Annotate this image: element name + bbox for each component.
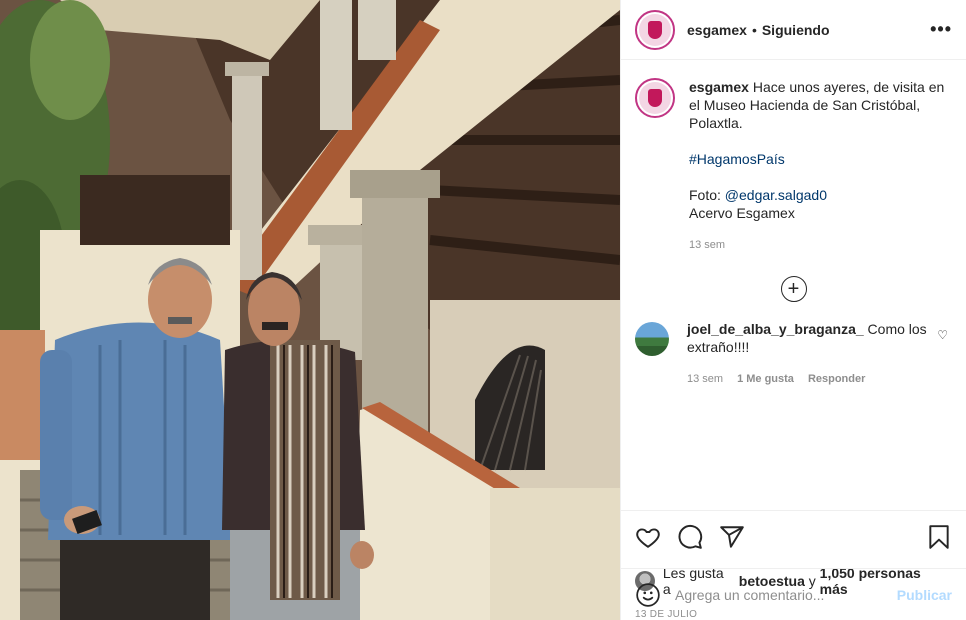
instagram-post: esgamex • Siguiendo ••• esgamex Hace uno… [0, 0, 966, 620]
logo-icon [639, 13, 671, 46]
photo-illustration [0, 0, 620, 620]
load-more-comments: + [635, 276, 952, 302]
follow-status-button[interactable]: Siguiendo [762, 22, 830, 38]
heart-icon[interactable] [635, 524, 661, 550]
commenter-avatar[interactable] [635, 322, 669, 356]
caption-avatar[interactable] [635, 78, 675, 118]
action-bar [635, 521, 952, 553]
more-options-icon[interactable]: ••• [930, 19, 952, 40]
comment-timestamp[interactable]: 13 sem [687, 370, 723, 388]
author-avatar[interactable] [635, 9, 675, 50]
photo-credit-prefix: Foto: [689, 187, 721, 203]
reply-button[interactable]: Responder [808, 370, 865, 388]
credit-text: Acervo Esgamex [689, 205, 795, 221]
separator-dot: • [751, 21, 757, 38]
caption-body: esgamex Hace unos ayeres, de visita en e… [689, 78, 951, 254]
comment-heart-icon[interactable]: ♡ [937, 328, 948, 342]
share-icon[interactable] [719, 524, 745, 550]
caption-username[interactable]: esgamex [689, 79, 749, 95]
comment-item: joel_de_alba_y_braganza_ Como los extrañ… [635, 320, 952, 388]
commenter-username[interactable]: joel_de_alba_y_braganza_ [687, 321, 864, 337]
author-username[interactable]: esgamex [687, 22, 747, 38]
comment-input[interactable] [675, 586, 897, 603]
bookmark-icon[interactable] [926, 524, 952, 550]
post-caption: esgamex Hace unos ayeres, de visita en e… [635, 78, 952, 254]
add-comment-bar: Publicar [621, 568, 966, 620]
smiley-icon[interactable] [635, 582, 661, 608]
publish-button[interactable]: Publicar [897, 587, 952, 603]
caption-timestamp[interactable]: 13 sem [689, 236, 951, 254]
comments-section: esgamex Hace unos ayeres, de visita en e… [621, 60, 966, 510]
post-photo[interactable] [0, 0, 620, 620]
comment-meta: 13 sem 1 Me gusta Responder [687, 370, 927, 388]
post-header: esgamex • Siguiendo ••• [621, 0, 966, 60]
comment-body: joel_de_alba_y_braganza_ Como los extrañ… [687, 320, 927, 388]
caption-text-line: esgamex Hace unos ayeres, de visita en e… [689, 78, 951, 132]
mention-link[interactable]: @edgar.salgad0 [725, 187, 827, 203]
post-sidebar: esgamex • Siguiendo ••• esgamex Hace uno… [620, 0, 966, 620]
logo-icon [639, 82, 671, 114]
hashtag-link[interactable]: #HagamosPaís [689, 151, 785, 167]
load-more-button[interactable]: + [780, 276, 807, 302]
comment-icon[interactable] [677, 524, 703, 550]
comment-likes[interactable]: 1 Me gusta [737, 370, 794, 388]
